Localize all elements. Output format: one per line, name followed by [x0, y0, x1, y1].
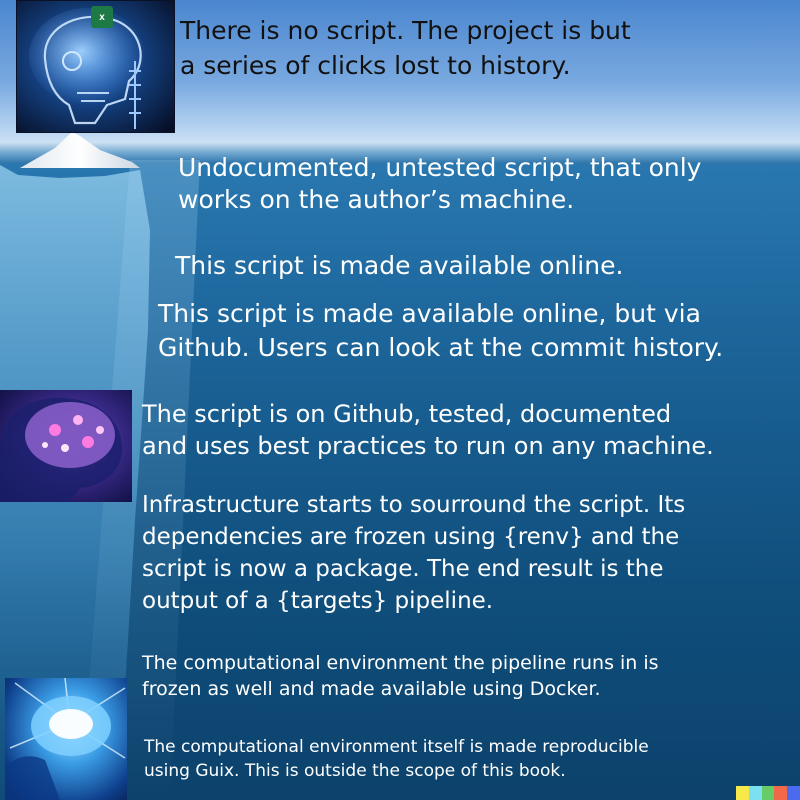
glowing-brain-drawing	[0, 397, 123, 502]
glowing-brain-image	[0, 390, 132, 502]
watermark-swatch-1	[736, 786, 749, 800]
caption-level-0: There is no script. The project is but a…	[180, 16, 631, 80]
radiant-brain-image	[5, 678, 127, 800]
caption-level-1: Undocumented, untested script, that only…	[178, 153, 702, 214]
watermark-swatch-2	[748, 786, 762, 800]
caption-level-6: The computational environment the pipeli…	[142, 652, 659, 701]
color-watermark	[736, 786, 800, 800]
excel-icon-letter: x	[99, 11, 105, 23]
excel-icon: x	[91, 6, 113, 28]
iceberg-scene: x There is no script. The project is but…	[0, 0, 800, 800]
watermark-swatch-5	[787, 786, 800, 800]
caption-level-2: This script is made available online.	[175, 251, 624, 280]
xray-skull-image: x	[16, 0, 175, 133]
caption-level-3: This script is made available online, bu…	[158, 299, 724, 362]
watermark-swatch-4	[774, 786, 788, 800]
caption-level-4: The script is on Github, tested, documen…	[142, 400, 714, 460]
watermark-swatch-3	[761, 786, 775, 800]
caption-level-5: Infrastructure starts to sourround the s…	[142, 492, 686, 614]
caption-level-7: The computational environment itself is …	[144, 737, 649, 782]
radiant-brain-drawing	[5, 678, 126, 800]
